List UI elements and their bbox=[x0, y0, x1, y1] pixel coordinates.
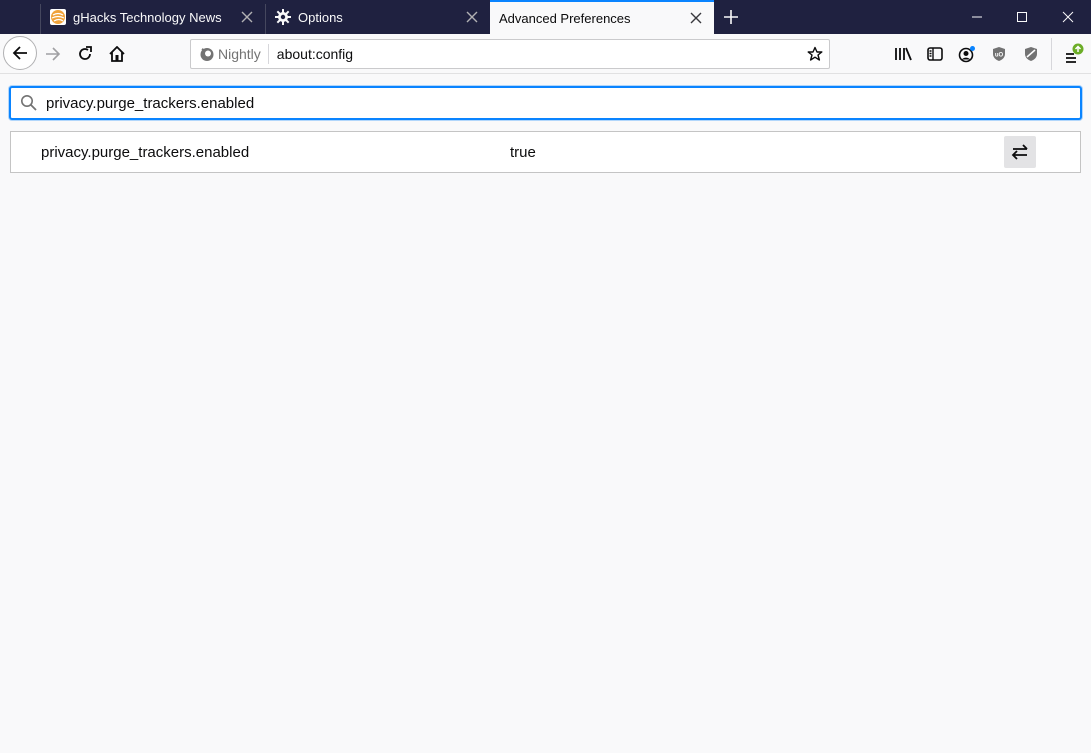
ghacks-favicon-icon bbox=[50, 9, 66, 25]
bookmark-star-button[interactable] bbox=[801, 40, 829, 68]
library-icon bbox=[895, 47, 912, 61]
star-icon bbox=[807, 46, 823, 61]
back-button[interactable] bbox=[3, 36, 37, 70]
preference-name: privacy.purge_trackers.enabled bbox=[41, 144, 250, 161]
app-menu-button[interactable] bbox=[1056, 38, 1088, 70]
forward-button[interactable] bbox=[37, 38, 69, 70]
tab-title: gHacks Technology News bbox=[73, 9, 222, 25]
preference-search-box[interactable] bbox=[9, 86, 1082, 120]
nav-bar: Nightly about:config uO bbox=[0, 34, 1091, 74]
preference-search-input[interactable] bbox=[46, 94, 1080, 112]
menu-icon bbox=[1066, 43, 1084, 63]
minimize-button[interactable] bbox=[954, 0, 1000, 34]
library-button[interactable] bbox=[887, 38, 919, 70]
svg-text:uO: uO bbox=[995, 53, 1004, 59]
tab-options[interactable]: Options bbox=[265, 0, 490, 34]
identity-box[interactable]: Nightly bbox=[191, 44, 269, 64]
account-icon bbox=[958, 46, 975, 63]
maximize-icon bbox=[1017, 12, 1027, 22]
tab-separator bbox=[265, 4, 266, 34]
identity-label: Nightly bbox=[218, 46, 261, 62]
ublock-origin-button[interactable]: uO bbox=[983, 38, 1015, 70]
forward-arrow-icon bbox=[46, 47, 61, 61]
toolbar-separator bbox=[1051, 38, 1052, 70]
tab-ghacks[interactable]: gHacks Technology News bbox=[40, 0, 265, 34]
search-icon bbox=[21, 95, 37, 111]
tab-close-icon[interactable] bbox=[235, 5, 259, 29]
preferences-table: privacy.purge_trackers.enabled true bbox=[10, 131, 1081, 173]
nightly-logo-icon bbox=[200, 48, 214, 61]
minimize-icon bbox=[972, 16, 982, 18]
gear-icon bbox=[275, 9, 291, 25]
privacy-shield-button[interactable] bbox=[1015, 38, 1047, 70]
reload-icon bbox=[79, 46, 92, 60]
back-arrow-icon bbox=[12, 46, 27, 60]
account-button[interactable] bbox=[951, 38, 983, 70]
tab-strip: gHacks Technology News Options Advanced … bbox=[0, 0, 1091, 34]
close-window-button[interactable] bbox=[1045, 0, 1091, 34]
toggle-arrows-icon bbox=[1011, 144, 1028, 160]
ublock-icon: uO bbox=[993, 47, 1005, 61]
tab-advanced-preferences[interactable]: Advanced Preferences bbox=[490, 0, 714, 34]
toggle-button[interactable] bbox=[1004, 136, 1036, 168]
home-icon bbox=[109, 46, 125, 62]
close-icon bbox=[1062, 11, 1074, 23]
tab-close-icon[interactable] bbox=[684, 6, 708, 30]
url-bar[interactable]: Nightly about:config bbox=[190, 39, 830, 69]
tab-close-icon[interactable] bbox=[460, 5, 484, 29]
maximize-button[interactable] bbox=[999, 0, 1045, 34]
tab-separator bbox=[40, 4, 41, 34]
shield-icon bbox=[1025, 47, 1037, 61]
sidebar-icon bbox=[927, 47, 943, 61]
home-button[interactable] bbox=[101, 38, 133, 70]
plus-icon bbox=[724, 10, 738, 24]
url-text[interactable]: about:config bbox=[277, 46, 801, 62]
preference-value[interactable]: true bbox=[510, 144, 536, 161]
new-tab-button[interactable] bbox=[719, 5, 743, 29]
reload-button[interactable] bbox=[69, 38, 101, 70]
tab-title: Options bbox=[298, 9, 343, 25]
tab-title: Advanced Preferences bbox=[499, 10, 631, 26]
sidebar-button[interactable] bbox=[919, 38, 951, 70]
